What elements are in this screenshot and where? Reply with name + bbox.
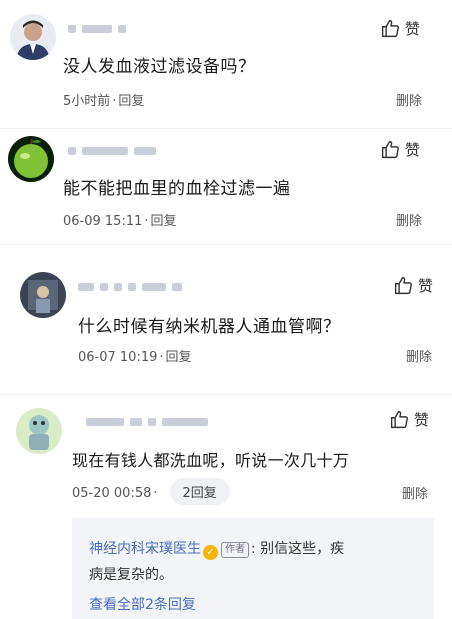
reply-text-2: 病是复杂的。	[89, 567, 173, 583]
reply-author-name[interactable]: 神经内科宋璞医生	[89, 541, 201, 557]
like-button[interactable]: 赞	[393, 275, 433, 296]
like-button[interactable]: 赞	[389, 409, 429, 430]
reply-link[interactable]: 回复	[118, 94, 144, 109]
username-blurred[interactable]	[68, 22, 132, 36]
comment-text: 现在有钱人都洗血呢，听说一次几十万	[72, 451, 350, 470]
comment-text: 什么时候有纳米机器人通血管啊？	[78, 317, 341, 337]
comment-meta: 06-07 10:19 · 回复	[78, 350, 192, 365]
delete-button[interactable]: 删除	[396, 210, 422, 229]
reply-text-1: : 别信这些，疾	[251, 541, 345, 557]
author-tag: 作者	[221, 542, 249, 558]
view-all-replies-link[interactable]: 查看全部2条回复	[89, 594, 196, 614]
comment-time: 05-20 00:58	[72, 486, 152, 501]
divider	[0, 128, 452, 129]
reply-link[interactable]: 回复	[151, 214, 177, 229]
delete-button[interactable]: 删除	[406, 346, 432, 365]
delete-button[interactable]: 删除	[402, 483, 428, 502]
comment-time: 06-07 10:19	[78, 350, 158, 365]
divider	[0, 394, 452, 395]
reply-preview-box[interactable]: 神经内科宋璞医生 ✓ 作者: 别信这些，疾 病是复杂的。 查看全部2条回复	[72, 518, 434, 619]
like-label: 赞	[405, 141, 421, 159]
username-blurred[interactable]	[68, 144, 162, 158]
user-avatar[interactable]	[10, 14, 56, 60]
user-avatar[interactable]	[16, 408, 62, 454]
like-button[interactable]: 赞	[380, 18, 420, 39]
user-avatar[interactable]	[8, 136, 54, 182]
thumbs-up-icon	[390, 410, 408, 429]
like-label: 赞	[414, 411, 430, 429]
comment-text: 没人发血液过滤设备吗？	[63, 57, 256, 77]
v-badge-icon: ✓	[203, 545, 218, 560]
thumbs-up-icon	[394, 276, 412, 295]
comment-time: 06-09 15:11	[63, 214, 143, 229]
comment-time: 5小时前	[63, 94, 111, 109]
like-button[interactable]: 赞	[380, 139, 420, 160]
thumbs-up-icon	[381, 19, 399, 38]
comment-meta: 05-20 00:58 · 2回复	[72, 478, 230, 505]
reply-preview-line-1: 神经内科宋璞医生 ✓ 作者: 别信这些，疾	[89, 538, 344, 560]
like-label: 赞	[405, 20, 421, 38]
comment-meta: 06-09 15:11 · 回复	[63, 214, 177, 229]
thumbs-up-icon	[381, 140, 399, 159]
username-blurred[interactable]	[78, 280, 188, 294]
comment-meta: 5小时前 · 回复	[63, 94, 145, 109]
username-blurred[interactable]	[86, 415, 214, 429]
comment-text: 能不能把血里的血栓过滤一遍	[63, 179, 291, 199]
divider	[0, 244, 452, 245]
like-label: 赞	[418, 277, 434, 295]
delete-button[interactable]: 删除	[396, 90, 422, 109]
reply-count-button[interactable]: 2回复	[169, 478, 230, 505]
user-avatar[interactable]	[20, 272, 66, 318]
reply-link[interactable]: 回复	[166, 350, 192, 365]
